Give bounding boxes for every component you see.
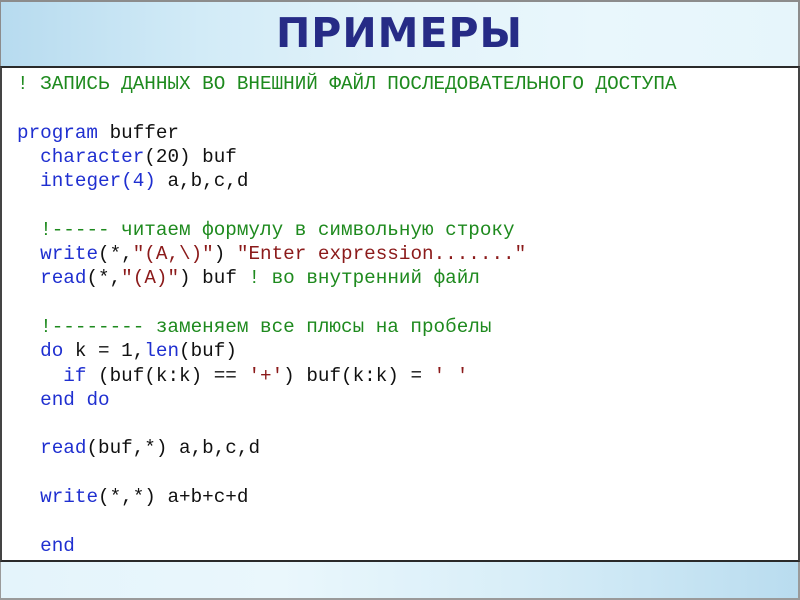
code-string: "Enter expression......." [236, 243, 527, 266]
code-comment: !----- читаем формулу в символьную строк… [40, 218, 515, 241]
title-bar: ПРИМЕРЫ [0, 0, 800, 66]
code-text: (*,*) a+b+c+d [98, 486, 249, 509]
code-comment: !-------- заменяем все плюсы на пробелы [40, 315, 492, 338]
code-string: "(A)" [121, 267, 180, 290]
code-keyword: write [40, 486, 99, 509]
code-text: (buf(k:k) == [86, 364, 249, 387]
code-line: if (buf(k:k) == '+') buf(k:k) = ' ' [17, 364, 677, 388]
code-text: (20) buf [144, 145, 237, 168]
code-keyword: read [40, 437, 87, 460]
code-string: ' ' [433, 364, 469, 387]
code-line: read(*,"(A)") buf ! во внутренний файл [17, 266, 677, 290]
code-line: program buffer [17, 121, 677, 145]
code-line: !----- читаем формулу в символьную строк… [17, 218, 677, 242]
code-line: end [17, 534, 677, 558]
code-text: (buf,*) a,b,c,d [86, 437, 261, 460]
code-keyword: read [40, 267, 87, 290]
code-text: buffer [98, 121, 179, 144]
code-line: write(*,"(A,\)") "Enter expression......… [17, 242, 677, 266]
code-comment: ! ЗАПИСЬ ДАННЫХ ВО ВНЕШНИЙ ФАЙЛ ПОСЛЕДОВ… [17, 73, 677, 95]
code-line: integer(4) a,b,c,d [17, 169, 677, 193]
code-line: read(buf,*) a,b,c,d [17, 436, 677, 460]
slide-title: ПРИМЕРЫ [275, 9, 523, 57]
code-text: (buf) [179, 340, 237, 363]
slide: ПРИМЕРЫ ! ЗАПИСЬ ДАННЫХ ВО ВНЕШНИЙ ФАЙЛ … [0, 0, 800, 600]
code-keyword: write [40, 243, 99, 266]
code-text: a,b,c,d [155, 170, 249, 193]
code-line: end do [17, 388, 677, 412]
code-text: ) buf [179, 267, 249, 290]
code-listing: ! ЗАПИСЬ ДАННЫХ ВО ВНЕШНИЙ ФАЙЛ ПОСЛЕДОВ… [17, 72, 677, 558]
code-comment: ! во внутренний файл [248, 267, 480, 290]
code-line: character(20) buf [17, 145, 677, 169]
code-keyword: integer(4) [40, 170, 156, 193]
code-keyword: character [40, 145, 145, 168]
code-keyword: program [17, 121, 98, 144]
code-string: "(A,\)" [132, 243, 214, 266]
code-keyword: if [63, 364, 87, 387]
code-text: ) buf(k:k) = [283, 364, 434, 387]
code-text: ) [213, 243, 237, 266]
footer-bar [0, 562, 800, 600]
code-text: (*, [98, 243, 133, 266]
code-keyword: end do [40, 388, 110, 411]
code-line: do k = 1,len(buf) [17, 339, 677, 363]
code-string: '+' [248, 364, 284, 387]
code-text: k = 1, [63, 340, 145, 363]
code-line: write(*,*) a+b+c+d [17, 485, 677, 509]
code-keyword: end [40, 534, 75, 557]
code-keyword: len [144, 340, 180, 363]
code-panel: ! ЗАПИСЬ ДАННЫХ ВО ВНЕШНИЙ ФАЙЛ ПОСЛЕДОВ… [0, 66, 800, 562]
code-keyword: do [40, 340, 64, 363]
code-line: !-------- заменяем все плюсы на пробелы [17, 315, 677, 339]
code-line: ! ЗАПИСЬ ДАННЫХ ВО ВНЕШНИЙ ФАЙЛ ПОСЛЕДОВ… [17, 72, 677, 96]
code-text: (*, [86, 267, 122, 290]
